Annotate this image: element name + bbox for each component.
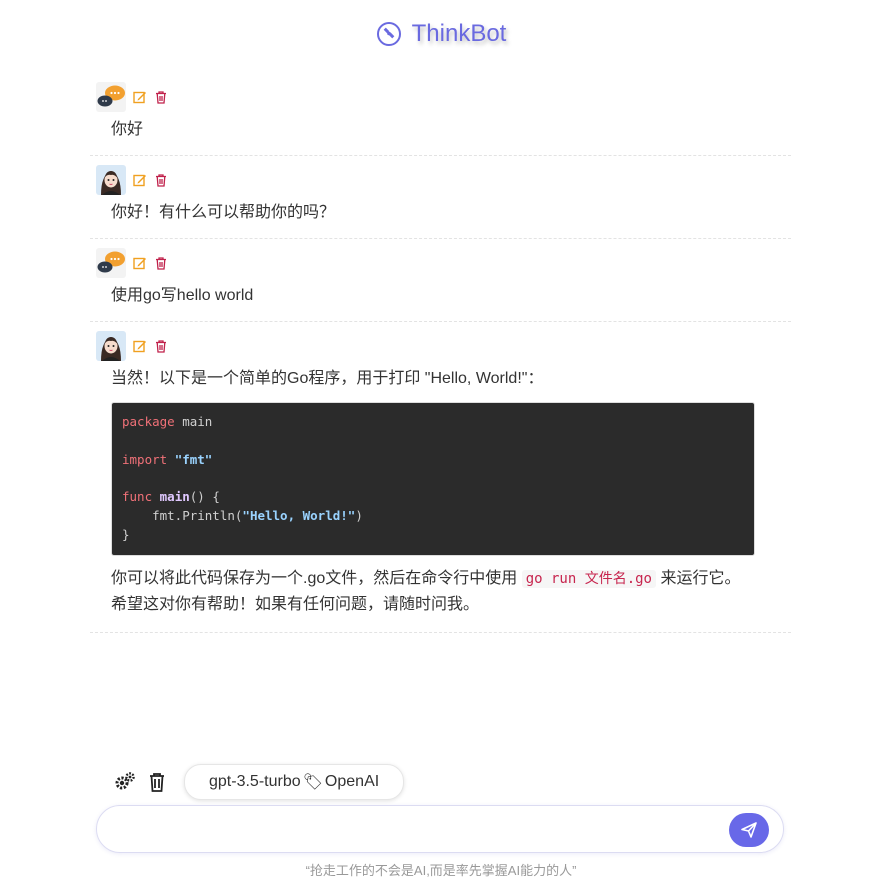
code-line: fmt.Println("Hello, World!") <box>122 507 744 526</box>
followup-text: 你可以将此代码保存为一个.go文件，然后在命令行中使用 <box>111 569 522 587</box>
app-header: ThinkBot <box>0 16 882 52</box>
user-avatar-chat-bubbles-icon <box>96 82 126 112</box>
code-function: main <box>159 489 190 505</box>
edit-icon[interactable] <box>133 256 147 270</box>
edit-icon[interactable] <box>133 90 147 104</box>
message-header <box>90 81 791 113</box>
message-header <box>90 330 791 362</box>
edit-icon[interactable] <box>133 339 147 353</box>
message-input[interactable] <box>117 816 721 846</box>
delete-icon[interactable] <box>154 173 168 187</box>
code-line: func main() { <box>122 488 744 507</box>
message-header <box>90 164 791 196</box>
send-button[interactable] <box>729 813 769 847</box>
message-header <box>90 247 791 279</box>
message-input-box <box>96 805 784 853</box>
delete-icon[interactable] <box>154 339 168 353</box>
code-text: } <box>122 526 130 542</box>
user-avatar-chat-bubbles-icon <box>96 248 126 278</box>
app-title: ThinkBot <box>411 20 507 47</box>
model-selector-button[interactable]: gpt-3.5-turbo 🏷 OpenAI <box>184 764 405 800</box>
code-line: import "fmt" <box>122 451 744 470</box>
code-keyword: package <box>122 414 175 429</box>
model-name: gpt-3.5-turbo <box>209 773 301 790</box>
edit-icon[interactable] <box>133 173 147 187</box>
input-toolbar: gpt-3.5-turbo 🏷 OpenAI <box>114 764 405 800</box>
delete-icon[interactable] <box>154 90 168 104</box>
chat-message: 使用go写hello world <box>90 239 791 322</box>
satellite-logo-icon <box>376 22 401 46</box>
code-string: "Hello, World!" <box>242 507 356 523</box>
code-keyword: func <box>122 489 153 505</box>
code-block: package main import "fmt" func main() { … <box>111 402 755 556</box>
message-followup: 你可以将此代码保存为一个.go文件，然后在命令行中使用 go run 文件名.g… <box>111 566 755 618</box>
code-line: } <box>122 526 744 545</box>
code-text: fmt.Println( <box>122 507 243 523</box>
paper-plane-icon <box>741 822 757 838</box>
chat-message: 你好 <box>90 73 791 156</box>
chat-message: 你好！有什么可以帮助你的吗？ <box>90 156 791 239</box>
bot-avatar-girl-icon <box>96 331 126 361</box>
message-text: 你好！有什么可以帮助你的吗？ <box>111 204 336 221</box>
chat-list: 你好 你好！有什么可以帮助你的吗？ 使用go写hello world 当然！以下… <box>90 73 791 633</box>
code-line: package main <box>122 413 744 432</box>
code-text: () { <box>189 489 220 505</box>
delete-icon[interactable] <box>154 256 168 270</box>
message-text: 使用go写hello world <box>111 287 254 304</box>
model-provider: OpenAI <box>324 773 380 790</box>
footer-slogan: “抢走工作的不会是AI,而是率先掌握AI能力的人” <box>305 863 577 878</box>
message-intro: 当然！以下是一个简单的Go程序，用于打印 "Hello, World!"： <box>111 370 544 387</box>
code-text: ) <box>355 507 363 523</box>
trash-icon[interactable] <box>146 771 168 793</box>
inline-code: go run 文件名.go <box>521 569 656 588</box>
settings-gears-icon[interactable] <box>114 771 136 793</box>
code-string: "fmt" <box>174 451 213 467</box>
code-text: main <box>174 414 213 429</box>
label-tag-icon: 🏷 <box>302 774 323 791</box>
chat-message: 当然！以下是一个简单的Go程序，用于打印 "Hello, World!"： pa… <box>90 322 791 633</box>
code-keyword: import <box>122 451 168 467</box>
bot-avatar-girl-icon <box>96 165 126 195</box>
message-text: 你好 <box>111 121 144 138</box>
